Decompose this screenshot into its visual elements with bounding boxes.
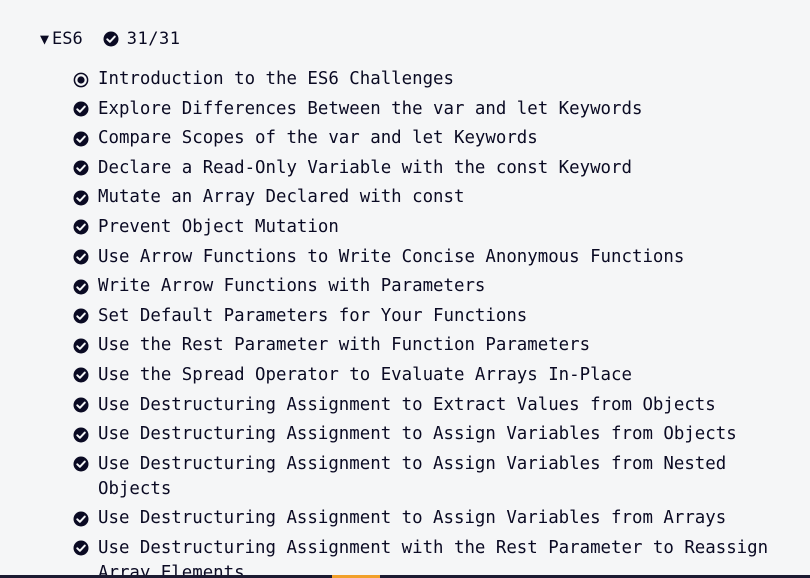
check-circle-icon [72, 156, 90, 181]
radio-selected-icon [72, 67, 90, 92]
check-circle-icon [72, 422, 90, 447]
challenge-list: Introduction to the ES6 Challenges Explor… [72, 67, 802, 578]
section-title: ES6 [52, 29, 83, 49]
check-circle-icon [72, 185, 90, 210]
challenge-label: Mutate an Array Declared with const [98, 187, 465, 208]
check-circle-icon [72, 126, 90, 151]
challenge-item[interactable]: Use Destructuring Assignment to Assign V… [72, 422, 802, 447]
check-circle-icon [72, 333, 90, 358]
challenge-label: Explore Differences Between the var and … [98, 98, 643, 119]
triangle-down-icon: ▼ [40, 29, 50, 48]
challenge-label: Use the Rest Parameter with Function Par… [98, 335, 591, 356]
challenge-item[interactable]: Set Default Parameters for Your Function… [72, 304, 802, 329]
challenge-item[interactable]: Use the Rest Parameter with Function Par… [72, 333, 802, 358]
challenge-item[interactable]: Use Destructuring Assignment to Assign V… [72, 452, 802, 502]
challenge-item[interactable]: Use the Spread Operator to Evaluate Arra… [72, 363, 802, 388]
check-circle-icon [72, 97, 90, 122]
section-header-es6[interactable]: ▼ ES6 31/31 [40, 26, 180, 52]
check-circle-icon [72, 363, 90, 388]
challenge-label: Use Arrow Functions to Write Concise Ano… [98, 246, 685, 267]
challenge-label: Introduction to the ES6 Challenges [98, 69, 454, 89]
challenge-label: Use Destructuring Assignment to Assign V… [98, 453, 727, 499]
challenge-item[interactable]: Introduction to the ES6 Challenges [72, 67, 802, 92]
challenge-item[interactable]: Declare a Read-Only Variable with the co… [72, 156, 802, 181]
challenge-item[interactable]: Use Destructuring Assignment to Extract … [72, 393, 802, 418]
challenge-item[interactable]: Compare Scopes of the var and let Keywor… [72, 126, 802, 151]
challenge-item[interactable]: Use Arrow Functions to Write Concise Ano… [72, 245, 802, 270]
challenge-label: Prevent Object Mutation [98, 216, 339, 237]
challenge-label: Use Destructuring Assignment with the Re… [98, 537, 769, 578]
challenge-label: Use Destructuring Assignment to Assign V… [98, 424, 737, 445]
check-circle-icon [72, 536, 90, 561]
challenge-label: Use Destructuring Assignment to Assign V… [98, 508, 727, 529]
section-progress: 31/31 [126, 29, 181, 49]
check-circle-icon [72, 452, 90, 477]
check-circle-icon [72, 274, 90, 299]
check-circle-icon [72, 245, 90, 270]
challenge-item[interactable]: Use Destructuring Assignment with the Re… [72, 536, 802, 578]
check-circle-icon [72, 215, 90, 240]
challenge-item[interactable]: Write Arrow Functions with Parameters [72, 274, 802, 299]
challenge-item[interactable]: Mutate an Array Declared with const [72, 185, 802, 210]
challenge-item[interactable]: Explore Differences Between the var and … [72, 97, 802, 122]
check-circle-icon [72, 506, 90, 531]
challenge-label: Declare a Read-Only Variable with the co… [98, 157, 632, 178]
challenge-label: Use the Spread Operator to Evaluate Arra… [98, 364, 632, 385]
challenge-label: Write Arrow Functions with Parameters [98, 276, 486, 297]
challenge-label: Compare Scopes of the var and let Keywor… [98, 128, 538, 149]
check-circle-icon [72, 393, 90, 418]
check-circle-icon [72, 304, 90, 329]
check-circle-icon [103, 31, 119, 47]
challenge-item[interactable]: Prevent Object Mutation [72, 215, 802, 240]
challenge-item[interactable]: Use Destructuring Assignment to Assign V… [72, 506, 802, 531]
challenge-label: Set Default Parameters for Your Function… [98, 305, 528, 326]
challenge-label: Use Destructuring Assignment to Extract … [98, 394, 716, 415]
